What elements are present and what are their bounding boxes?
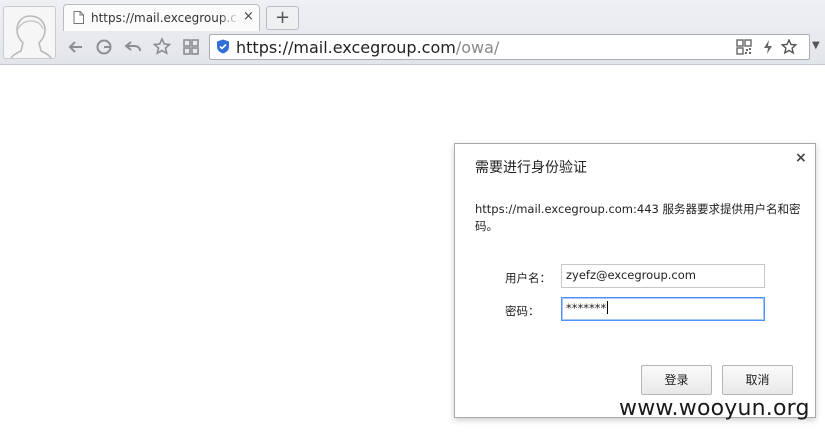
bookmark-star-icon[interactable] bbox=[781, 39, 797, 55]
text-caret bbox=[607, 301, 609, 314]
username-field[interactable]: zyefz@excegroup.com bbox=[561, 264, 765, 288]
watermark: www.wooyun.org bbox=[619, 396, 810, 421]
back-icon[interactable] bbox=[66, 37, 86, 57]
username-label: 用户名： bbox=[505, 271, 551, 285]
dialog-message: https://mail.excegroup.com:443 服务器要求提供用户… bbox=[475, 202, 801, 233]
extensions-icon[interactable] bbox=[181, 37, 201, 57]
login-button[interactable]: 登录 bbox=[641, 365, 712, 395]
password-value: ******* bbox=[566, 301, 607, 315]
page-icon bbox=[73, 11, 84, 24]
url-host: https://mail.excegroup.com bbox=[236, 38, 456, 57]
new-tab-button[interactable]: + bbox=[266, 6, 299, 30]
password-field[interactable]: ******* bbox=[561, 297, 765, 321]
dialog-close-button[interactable]: × bbox=[795, 150, 807, 166]
reload-icon[interactable] bbox=[94, 37, 114, 57]
star-icon[interactable] bbox=[152, 37, 172, 57]
cancel-button[interactable]: 取消 bbox=[722, 365, 793, 395]
tab-title: https://mail.excegroup.com/owa/ bbox=[91, 11, 239, 25]
address-url[interactable]: https://mail.excegroup.com/owa/ bbox=[236, 38, 499, 57]
browser-chrome: https://mail.excegroup.com/owa/ × + http… bbox=[0, 0, 825, 65]
dialog-title: 需要进行身份验证 bbox=[475, 160, 587, 176]
address-bar[interactable]: https://mail.excegroup.com/owa/ bbox=[209, 34, 810, 60]
menu-arrow-icon[interactable]: ▼ bbox=[812, 40, 820, 51]
user-avatar-icon[interactable] bbox=[3, 6, 56, 59]
password-label: 密码： bbox=[505, 304, 540, 318]
lightning-icon[interactable] bbox=[760, 39, 776, 55]
tab-close-button[interactable]: × bbox=[243, 9, 254, 25]
undo-icon[interactable] bbox=[123, 37, 143, 57]
browser-tab[interactable]: https://mail.excegroup.com/owa/ × bbox=[63, 4, 260, 31]
auth-dialog: 需要进行身份验证 × https://mail.excegroup.com:44… bbox=[454, 143, 816, 418]
qr-icon[interactable] bbox=[736, 39, 752, 55]
url-path: /owa/ bbox=[455, 38, 500, 57]
shield-icon bbox=[217, 39, 229, 54]
